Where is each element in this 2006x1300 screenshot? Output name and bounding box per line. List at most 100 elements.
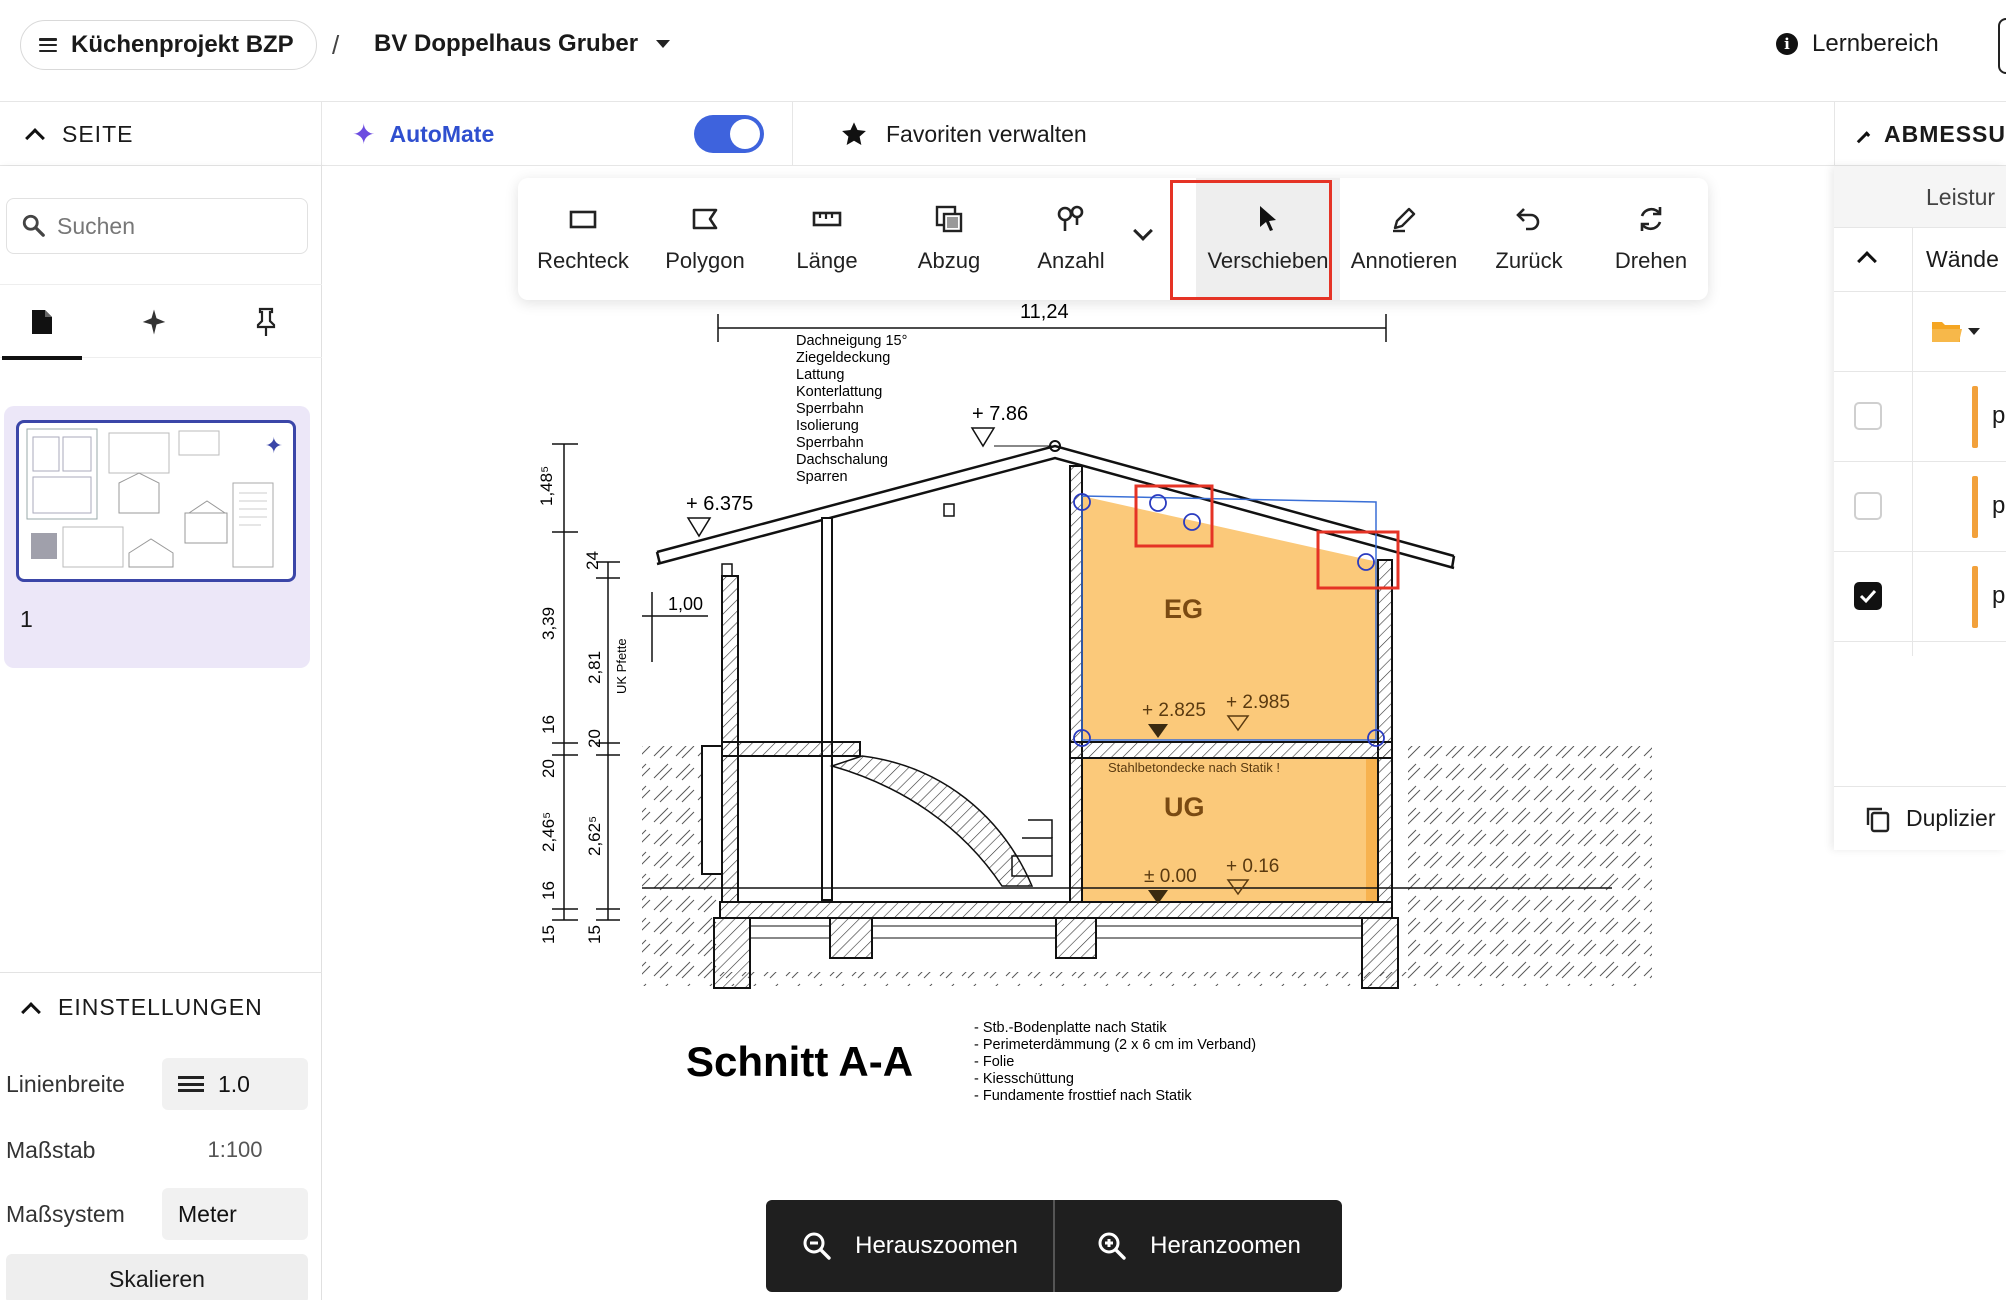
setting-linewidth: Linienbreite 1.0 <box>6 1058 308 1110</box>
tool-deduct[interactable]: Abzug <box>888 178 1010 300</box>
row-checkbox-checked[interactable] <box>1854 582 1882 610</box>
roof-note: Konterlattung <box>796 384 882 400</box>
tool-polygon[interactable]: Polygon <box>644 178 766 300</box>
tool-label: Rechteck <box>537 248 629 273</box>
chevron-up-icon <box>21 1001 41 1022</box>
tool-rectangle[interactable]: Rechteck <box>522 178 644 300</box>
level-ug-2: + 0.16 <box>1226 856 1279 877</box>
undo-icon <box>1516 208 1540 231</box>
setting-system: Maßsystem Meter <box>6 1188 308 1240</box>
dimensions-panel-toggle[interactable]: ABMESSU <box>1834 102 2006 166</box>
dim-v: 1,48⁵ <box>537 466 556 506</box>
zoom-in-icon <box>1098 1232 1126 1260</box>
group-row-walls[interactable]: Wände <box>1834 228 2006 292</box>
chevron-up-icon <box>1856 131 1871 145</box>
scale-value-field[interactable]: 1:100 <box>162 1124 308 1176</box>
scale-button[interactable]: Skalieren <box>6 1254 308 1300</box>
roof-note: Ziegeldeckung <box>796 350 890 366</box>
dim-v: 16 <box>539 881 558 900</box>
drawing-toolbar: Rechteck Polygon Länge Abzug Anzahl Vers… <box>518 178 1708 300</box>
dim-v: 20 <box>585 729 604 748</box>
list-item[interactable]: p <box>1834 462 2006 552</box>
copy-icon <box>1866 807 1890 833</box>
page-thumbnail: ✦ <box>16 420 296 582</box>
document-icon <box>32 310 52 334</box>
system-select[interactable]: Meter <box>162 1188 308 1240</box>
color-bar <box>1972 386 1978 448</box>
selected-tool-highlight <box>1170 180 1332 300</box>
row-checkbox[interactable] <box>1854 492 1882 520</box>
subtract-icon <box>935 205 963 233</box>
sparkle-icon <box>142 309 166 335</box>
project-menu-button[interactable]: Küchenprojekt BZP <box>20 20 317 70</box>
building-name: BV Doppelhaus Gruber <box>374 30 639 57</box>
folder-icon <box>1932 322 1980 342</box>
ruler-icon <box>812 211 842 227</box>
thumbnail-drawing <box>26 428 274 568</box>
dim-small: 1,00 <box>668 594 703 614</box>
favorites-label: Favoriten verwalten <box>886 120 1087 147</box>
page-thumbnail-card[interactable]: ✦ 1 <box>4 406 310 668</box>
tab-pinned[interactable] <box>226 285 306 359</box>
roof-note: Sperrbahn <box>796 401 864 417</box>
drawing-canvas[interactable]: 11,24 Dachneigung 15° Ziegeldeckung Latt… <box>322 166 1834 1300</box>
zoom-out-button[interactable]: Herauszoomen <box>766 1200 1053 1292</box>
learning-area-link[interactable]: i Lernbereich <box>1776 30 1939 58</box>
room-eg: EG <box>1164 594 1203 624</box>
group-label: Wände <box>1926 246 1999 272</box>
search-field[interactable]: Suchen <box>6 198 308 254</box>
system-value: Meter <box>178 1200 237 1227</box>
secondary-bar: SEITE ✦ AutoMate Favoriten verwalten ABM… <box>0 102 2006 166</box>
floor-note: - Kiesschüttung <box>974 1071 1074 1087</box>
account-button[interactable] <box>1998 18 2006 74</box>
tool-undo[interactable]: Zurück <box>1468 178 1590 300</box>
left-sidebar: Suchen ✦ 1 EINSTELLUNGEN Linienbreite 1.… <box>0 166 322 1300</box>
zoom-out-label: Herauszoomen <box>855 1232 1018 1259</box>
dim-v: 15 <box>585 925 604 944</box>
learning-area-label: Lernbereich <box>1812 30 1939 57</box>
tool-count[interactable]: Anzahl <box>1010 178 1132 300</box>
scale-value: 1:100 <box>207 1137 263 1162</box>
top-bar: Küchenprojekt BZP / BV Doppelhaus Gruber… <box>0 0 2006 102</box>
tab-automate[interactable] <box>114 285 194 359</box>
row-checkbox[interactable] <box>1854 402 1882 430</box>
linewidth-select[interactable]: 1.0 <box>162 1058 308 1110</box>
row-label: p <box>1992 492 2006 519</box>
dim-v: 20 <box>539 759 558 778</box>
count-icon <box>1057 205 1084 231</box>
dim-v: 2,62⁵ <box>585 816 604 856</box>
scale-button-label: Skalieren <box>109 1265 205 1292</box>
zoom-in-button[interactable]: Heranzoomen <box>1055 1200 1342 1292</box>
duplicate-button[interactable]: Duplizier <box>1834 786 2006 850</box>
automate-toggle[interactable] <box>694 115 764 153</box>
color-bar <box>1972 566 1978 628</box>
right-panel: Leistur Wände p p p Duplizier <box>1834 166 2006 850</box>
list-item[interactable]: p <box>1834 552 2006 642</box>
tool-rotate[interactable]: Drehen <box>1590 178 1712 300</box>
star-icon <box>842 122 866 145</box>
page-panel-toggle[interactable]: SEITE <box>0 102 322 166</box>
zoom-out-icon <box>803 1232 831 1260</box>
roof-note: Sperrbahn <box>796 435 864 451</box>
list-item[interactable]: p <box>1834 372 2006 462</box>
roof-notes: Dachneigung 15° Ziegeldeckung Lattung Ko… <box>796 333 907 485</box>
line-width-icon <box>178 1076 204 1092</box>
settings-toggle[interactable]: EINSTELLUNGEN <box>0 972 322 1042</box>
scale-label: Maßstab <box>6 1136 96 1163</box>
chevron-up-icon <box>25 128 45 148</box>
floor-note: - Fundamente frosttief nach Statik <box>974 1088 1192 1104</box>
tool-annotate[interactable]: Annotieren <box>1342 178 1466 300</box>
roof <box>655 444 1456 570</box>
tool-length[interactable]: Länge <box>766 178 888 300</box>
tab-pages[interactable] <box>2 285 82 360</box>
slab-note: Stahlbetondecke nach Statik ! <box>1108 760 1280 775</box>
folder-row[interactable] <box>1834 292 2006 372</box>
manage-favorites-button[interactable]: Favoriten verwalten <box>840 102 1087 166</box>
floor-note: - Perimeterdämmung (2 x 6 cm im Verband) <box>974 1037 1256 1053</box>
roof-note: Sparren <box>796 469 848 485</box>
section-drawing[interactable]: 11,24 Dachneigung 15° Ziegeldeckung Latt… <box>322 166 1834 1300</box>
polygon-icon <box>692 208 718 230</box>
building-selector[interactable]: BV Doppelhaus Gruber <box>374 30 671 58</box>
roof-note: Dachschalung <box>796 452 888 468</box>
automate-text: AutoMate <box>389 120 495 147</box>
